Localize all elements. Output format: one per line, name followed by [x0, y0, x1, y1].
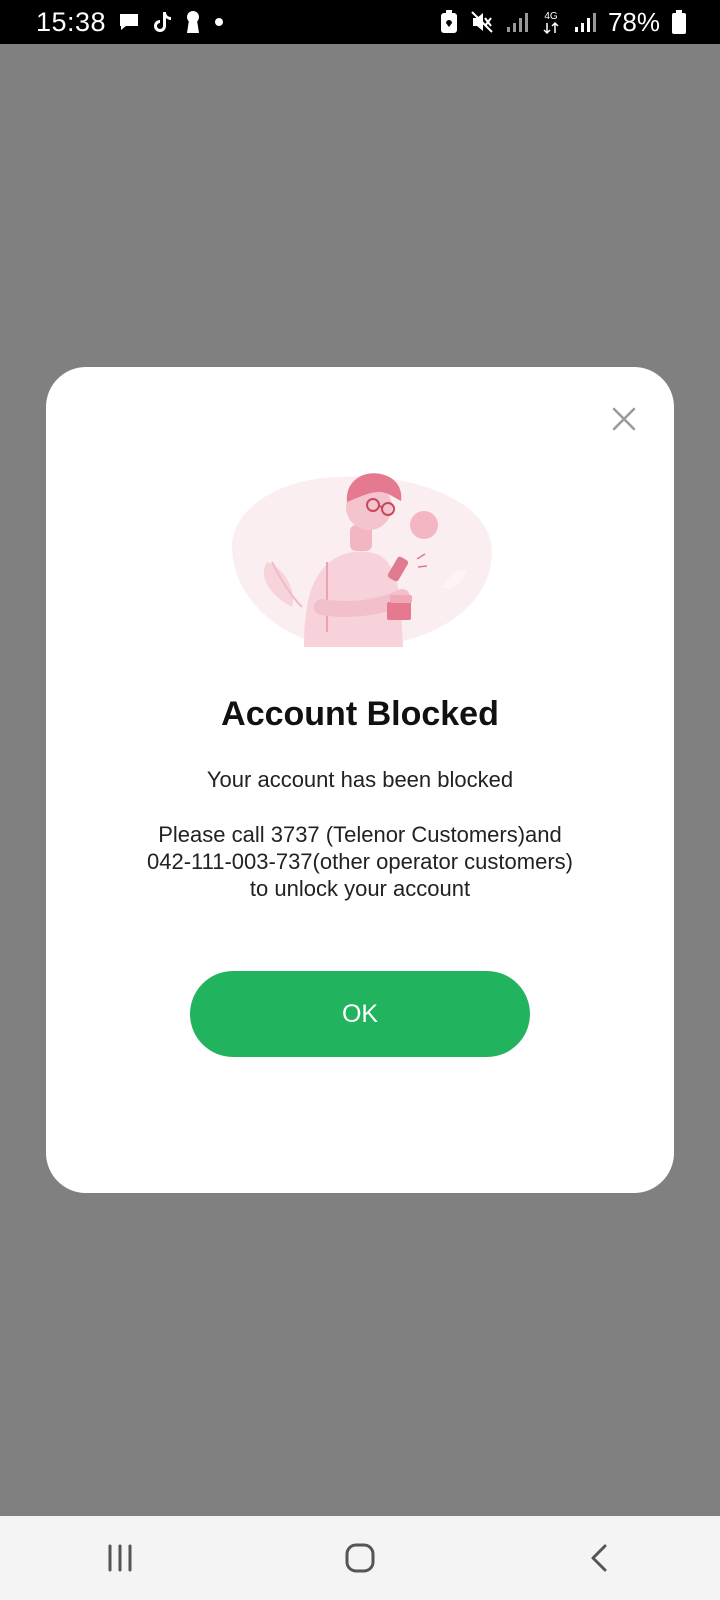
account-blocked-dialog: Account Blocked Your account has been bl… — [46, 367, 674, 1193]
status-left: 15:38 — [36, 7, 224, 38]
close-icon — [612, 407, 636, 431]
signal-icon — [574, 8, 596, 36]
navigation-bar — [0, 1516, 720, 1600]
ok-button[interactable]: OK — [190, 971, 530, 1057]
dialog-subtitle: Your account has been blocked — [206, 767, 514, 792]
message-line: to unlock your account — [249, 876, 471, 901]
home-icon — [345, 1543, 375, 1573]
back-icon — [591, 1544, 607, 1572]
keyhole-icon — [184, 8, 202, 36]
status-right: 4G 78% — [440, 7, 686, 38]
mute-icon — [470, 8, 494, 36]
back-button[interactable] — [570, 1528, 630, 1588]
battery-percent: 78% — [607, 6, 660, 37]
network-4g-icon: 4G — [540, 8, 562, 36]
dot-icon — [214, 8, 224, 36]
network-label: 4G — [544, 11, 558, 22]
person-with-phone-illustration — [232, 473, 492, 647]
recents-icon — [108, 1544, 132, 1572]
close-button[interactable] — [608, 403, 640, 435]
status-time: 15:38 — [36, 6, 107, 37]
home-button[interactable] — [330, 1528, 390, 1588]
dialog-message: Please call 3737 (Telenor Customers)and … — [86, 821, 634, 902]
recents-button[interactable] — [90, 1528, 150, 1588]
status-bar: 15:38 4G 78% — [0, 0, 720, 44]
battery-saver-icon — [440, 8, 458, 36]
signal-icon — [506, 8, 528, 36]
message-line: Please call 3737 (Telenor Customers)and — [158, 822, 562, 847]
tiktok-icon — [152, 8, 172, 36]
message-line: 042-111-003-737(other operator customers… — [147, 849, 573, 874]
message-icon — [118, 8, 140, 36]
battery-icon — [672, 8, 686, 36]
dialog-title: Account Blocked — [221, 695, 499, 733]
